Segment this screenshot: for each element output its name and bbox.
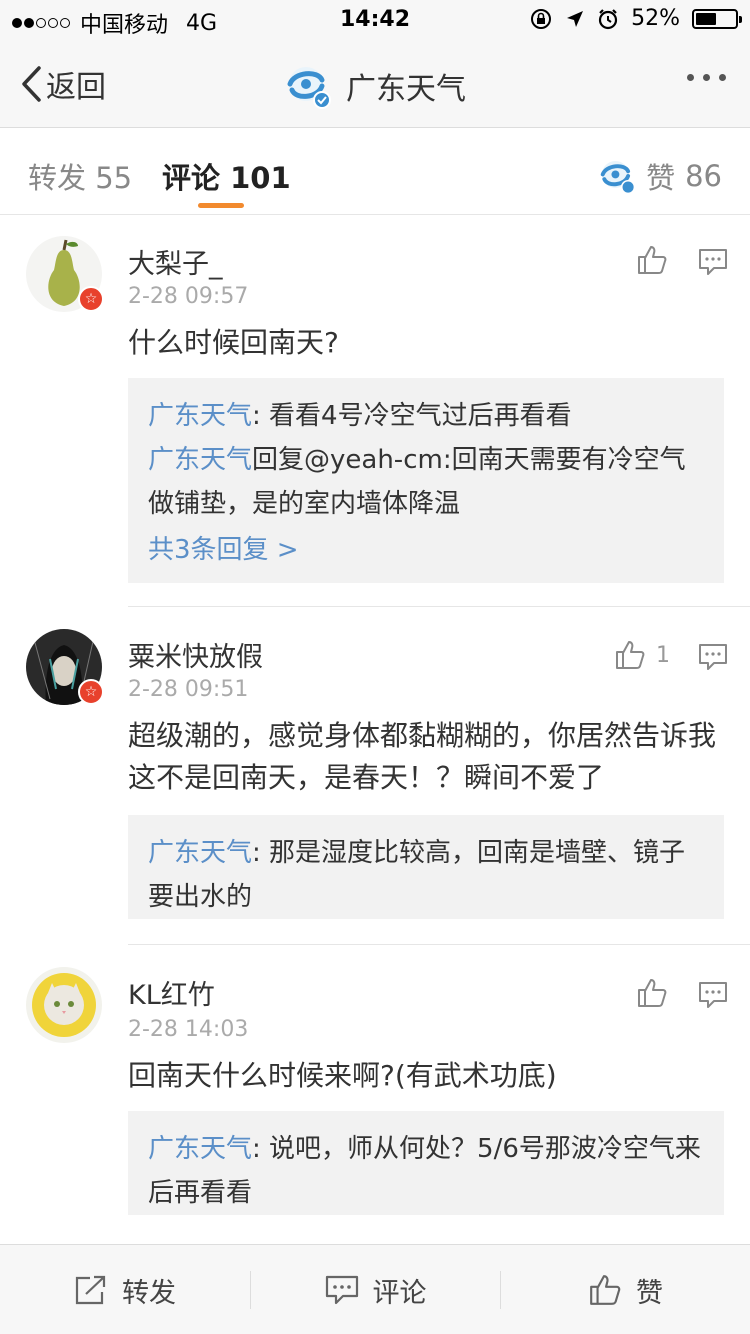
comment-like-button[interactable] [636,977,668,1009]
tab-comments-label: 评论 [162,161,221,195]
divider [128,944,750,945]
repost-label: 转发 [122,1277,176,1309]
tab-likes-count: 86 [685,159,722,193]
reply-box[interactable]: 广东天气: 说吧，师从何处？5/6号那波冷空气来后再看看 [128,1111,724,1215]
reply-box[interactable]: 广东天气: 看看4号冷空气过后再看看 广东天气回复@yeah-cm:回南天需要有… [128,378,724,583]
navigation-bar: 返回 广东天气 [0,40,750,128]
comment-like-count: 1 [656,642,670,668]
comment-time: 2-28 14:03 [128,1017,249,1042]
tab-likes-label: 赞 [646,161,676,195]
repost-button[interactable]: 转发 [0,1245,250,1334]
sunflower-cat-avatar-icon [26,967,102,1043]
comment-reply-icon[interactable] [698,643,728,671]
comment-time: 2-28 09:51 [128,677,249,702]
comment-text: 什么时候回南天? [128,326,339,359]
thumbs-up-icon [590,1275,621,1305]
comment-username[interactable]: 大梨子_ [128,242,223,281]
battery-percent: 52% [631,6,680,31]
share-icon [75,1275,106,1305]
comment-username[interactable]: 粟米快放假 [128,635,263,674]
reply-item: 广东天气: 说吧，师从何处？5/6号那波冷空气来后再看看 [148,1127,704,1215]
thumbs-up-icon [616,641,645,669]
comment-reply-icon[interactable] [698,981,728,1009]
comment-text: 回南天什么时候来啊?(有武术功底) [128,1059,557,1092]
thumbs-up-icon [638,246,667,274]
comment-label: 评论 [372,1277,427,1309]
avatar[interactable] [26,236,104,312]
alarm-icon [598,8,618,29]
divider [128,606,750,607]
comment-like-button[interactable] [636,244,668,276]
comment-time: 2-28 09:57 [128,284,249,309]
rotation-lock-icon [531,8,552,29]
avatar[interactable] [26,967,102,1043]
location-arrow-icon [567,10,584,27]
comment-username[interactable]: KL红竹 [128,973,215,1012]
tab-repost[interactable]: 转发 55 [28,155,132,197]
comment-reply-icon[interactable] [698,248,728,276]
tab-comments-count: 101 [230,161,291,195]
thumbs-up-icon [638,979,667,1007]
page-title: 广东天气 [0,62,750,110]
more-options-button[interactable] [687,74,726,81]
reply-author[interactable]: 广东天气 [148,1134,252,1164]
reply-author[interactable]: 广东天气 [148,838,252,868]
comment-text: 超级潮的，感觉身体都黏糊糊的，你居然告诉我这不是回南天，是春天！？瞬间不爱了 [128,719,717,794]
tab-bar: 转发 55 评论 101 赞 86 [0,129,750,215]
like-label: 赞 [636,1277,663,1309]
tab-repost-label: 转发 [28,161,87,195]
tab-repost-count: 55 [95,161,133,195]
reply-item: 广东天气: 那是湿度比较高，回南是墙壁、镜子要出水的 [148,831,704,919]
comment-button[interactable]: 评论 [251,1245,500,1334]
status-bar: 中国移动 4G 14:42 52% [0,0,750,40]
weather-logo-icon [287,67,331,109]
reply-item: 广东天气回复@yeah-cm:回南天需要有冷空气做铺垫，是的室内墙体降温 [148,438,704,526]
title-text: 广东天气 [346,72,466,107]
reply-text: : 看看4号冷空气过后再看看 [252,401,572,431]
comment-like-button[interactable]: 1 [614,639,670,671]
active-tab-indicator [198,203,244,208]
tab-comments[interactable]: 评论 101 [162,155,291,197]
weather-logo-icon [600,160,636,195]
more-replies-link[interactable]: 共3条回复 > [148,528,704,572]
verified-badge-icon [78,286,104,312]
like-button[interactable]: 赞 [501,1245,750,1334]
bottom-action-bar: 转发 评论 赞 [0,1244,750,1334]
reply-author[interactable]: 广东天气 [148,445,252,475]
comment-icon [325,1275,358,1305]
battery-icon [692,8,742,29]
reply-item: 广东天气: 看看4号冷空气过后再看看 [148,394,704,438]
tab-likes[interactable]: 赞 86 [598,155,722,197]
reply-box[interactable]: 广东天气: 那是湿度比较高，回南是墙壁、镜子要出水的 [128,815,724,919]
reply-author[interactable]: 广东天气 [148,401,252,431]
verified-badge-icon [78,679,104,705]
avatar[interactable] [26,629,104,705]
